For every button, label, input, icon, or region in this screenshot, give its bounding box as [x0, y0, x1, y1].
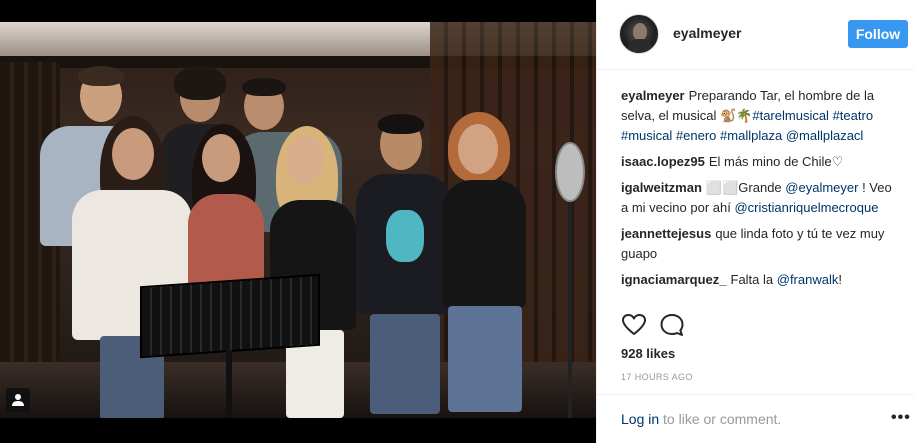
heart-icon[interactable]	[621, 312, 647, 338]
post-timestamp[interactable]: 17 HOURS AGO	[621, 372, 693, 382]
more-options-icon[interactable]: •••	[891, 409, 911, 427]
music-stand	[140, 273, 320, 359]
post-photo-pane	[0, 0, 596, 443]
comment-item: isaac.lopez95 El más mino de Chile♡	[621, 152, 897, 172]
comment-link[interactable]: @eyalmeyer	[785, 180, 858, 195]
user-tag-icon[interactable]	[6, 388, 30, 412]
author-username[interactable]: eyalmeyer	[673, 25, 742, 41]
comment-link[interactable]: @cristianriquelmecroque	[734, 200, 878, 215]
post-footer: Log in to like or comment. •••	[597, 394, 914, 443]
post-actions	[621, 312, 897, 340]
like-count[interactable]: 928 likes	[621, 346, 675, 361]
comment-item: eyalmeyer Preparando Tar, el hombre de la…	[621, 86, 897, 146]
comment-link[interactable]: #mallplaza	[720, 128, 782, 143]
comment-link[interactable]: @mallplazacl	[786, 128, 864, 143]
comment-text: ⬜⬜Grande	[705, 180, 786, 195]
avatar[interactable]	[619, 14, 659, 54]
comment-username[interactable]: eyalmeyer	[621, 88, 685, 103]
follow-button[interactable]: Follow	[848, 20, 908, 48]
comment-list: eyalmeyer Preparando Tar, el hombre de la…	[621, 86, 897, 304]
comment-link[interactable]: #tarelmusical	[752, 108, 829, 123]
post-sidebar: eyalmeyer Follow eyalmeyer Preparando Tar…	[596, 0, 914, 443]
comment-item: jeannettejesus que linda foto y tú te vez…	[621, 224, 897, 264]
post-photo[interactable]	[0, 22, 596, 418]
post-header: eyalmeyer Follow	[597, 0, 914, 70]
comment-item: igalweitzman ⬜⬜Grande @eyalmeyer ! Veo a …	[621, 178, 897, 218]
comment-text: !	[838, 272, 842, 287]
comment-link[interactable]: @franwalk	[777, 272, 839, 287]
login-prompt: Log in to like or comment.	[621, 411, 781, 427]
login-prompt-text: to like or comment.	[659, 411, 782, 427]
studio-microphone	[555, 142, 585, 202]
comment-link[interactable]: #teatro	[833, 108, 873, 123]
comment-text: Falta la	[730, 272, 777, 287]
comment-bubble-icon[interactable]	[659, 312, 685, 338]
comment-username[interactable]: igalweitzman	[621, 180, 702, 195]
comment-text: El más mino de Chile♡	[708, 154, 844, 169]
comment-item: ignaciamarquez_ Falta la @franwalk!	[621, 270, 897, 290]
login-link[interactable]: Log in	[621, 411, 659, 427]
comment-username[interactable]: isaac.lopez95	[621, 154, 705, 169]
comment-username[interactable]: jeannettejesus	[621, 226, 711, 241]
comment-link[interactable]: #musical	[621, 128, 672, 143]
comment-link[interactable]: #enero	[676, 128, 716, 143]
comment-username[interactable]: ignaciamarquez_	[621, 272, 727, 287]
